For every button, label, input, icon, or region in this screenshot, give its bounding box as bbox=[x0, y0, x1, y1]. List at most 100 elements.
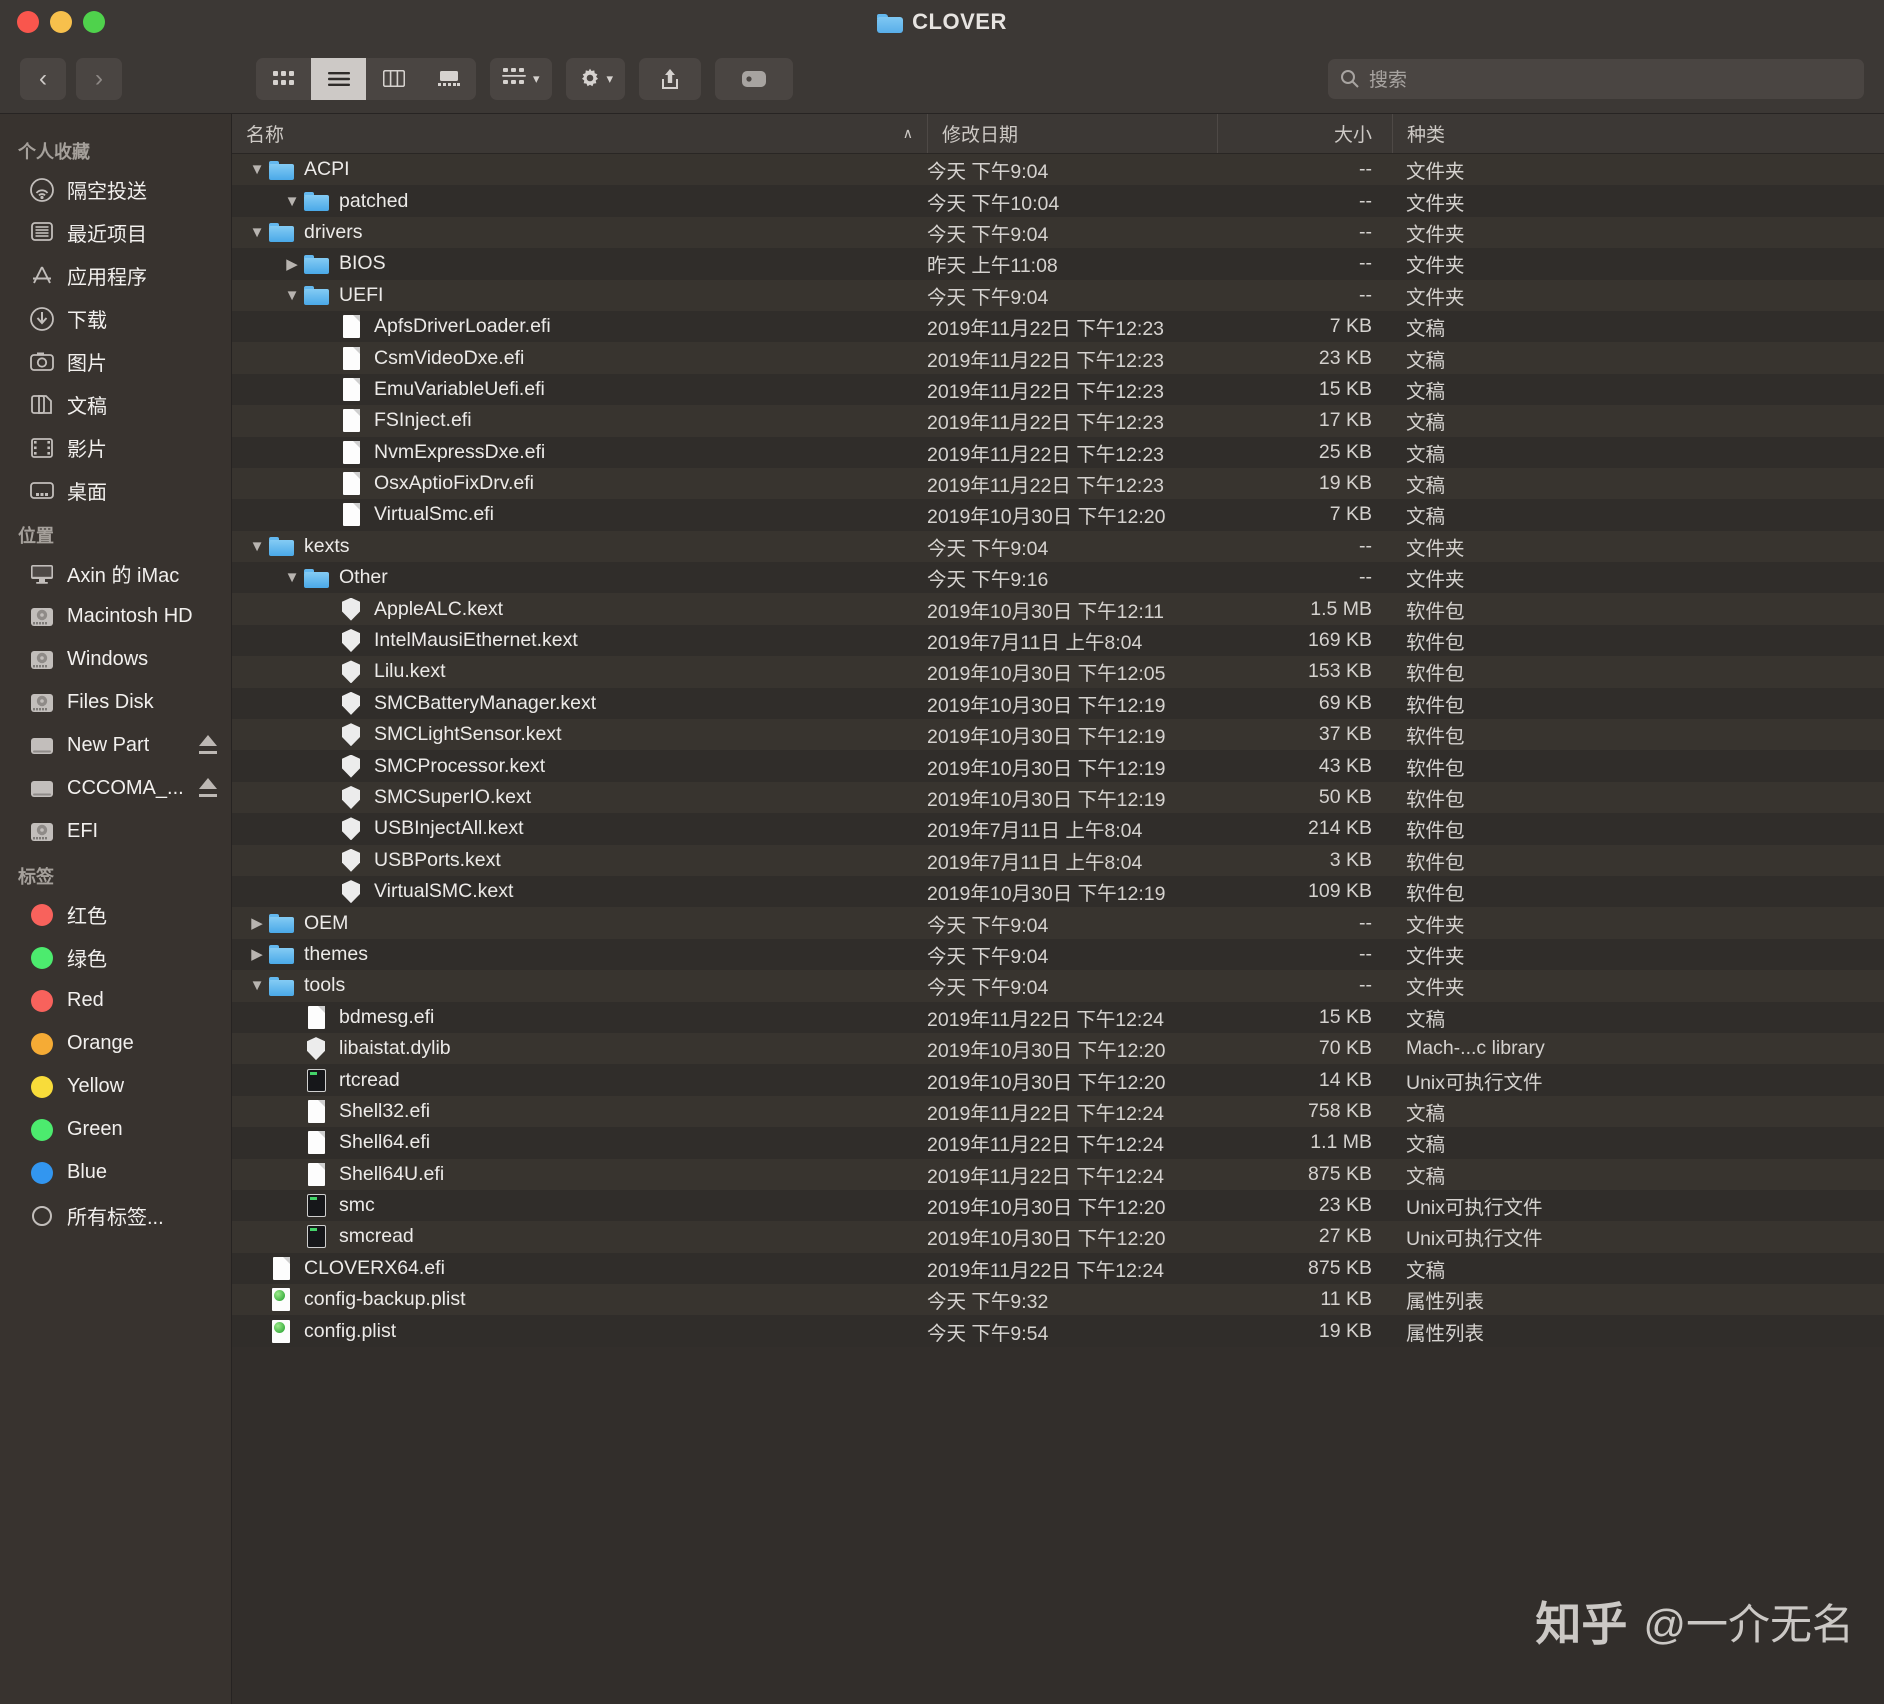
table-row[interactable]: ▶ OEM 今天 下午9:04 -- 文件夹 bbox=[232, 907, 1884, 939]
sidebar-item-macintosh-hd[interactable]: Macintosh HD bbox=[0, 595, 231, 638]
sidebar-item-new-part[interactable]: New Part bbox=[0, 724, 231, 767]
icon-view-button[interactable] bbox=[256, 58, 311, 100]
table-row[interactable]: ▼ drivers 今天 下午9:04 -- 文件夹 bbox=[232, 216, 1884, 249]
disclosure-spacer: ▶ bbox=[281, 1228, 303, 1246]
sidebar-item-windows[interactable]: Windows bbox=[0, 638, 231, 681]
file-rows[interactable]: ▼ ACPI 今天 下午9:04 -- 文件夹 ▼ patched 今天 下午10:04 -- 文… bbox=[232, 154, 1884, 1704]
cell-name: ▶ libaistat.dylib bbox=[232, 1037, 927, 1061]
search-field[interactable]: 搜索 bbox=[1328, 58, 1864, 99]
table-row[interactable]: ▶ SMCProcessor.kext 2019年10月30日 下午12:19 43 … bbox=[232, 750, 1884, 782]
column-header-date[interactable]: 修改日期 bbox=[927, 114, 1217, 153]
sidebar-item-axin-imac[interactable]: Axin 的 iMac bbox=[0, 552, 231, 595]
table-row[interactable]: ▶ SMCLightSensor.kext 2019年10月30日 下午12:19 3… bbox=[232, 719, 1884, 751]
share-button[interactable] bbox=[639, 57, 702, 100]
column-header-kind[interactable]: 种类 bbox=[1392, 114, 1884, 153]
table-row[interactable]: ▶ config.plist 今天 下午9:54 19 KB 属性列表 bbox=[232, 1315, 1884, 1347]
sidebar-item--[interactable]: 下载 bbox=[0, 297, 231, 340]
table-row[interactable]: ▶ libaistat.dylib 2019年10月30日 下午12:20 70 KB… bbox=[232, 1032, 1884, 1065]
table-row[interactable]: ▶ Shell64U.efi 2019年11月22日 下午12:24 875 KB 文稿 bbox=[232, 1158, 1884, 1190]
sidebar-item-orange[interactable]: Orange bbox=[0, 1022, 231, 1065]
table-row[interactable]: ▼ Other 今天 下午9:16 -- 文件夹 bbox=[232, 562, 1884, 594]
sidebar-item-red[interactable]: Red bbox=[0, 979, 231, 1022]
minimize-button[interactable] bbox=[50, 11, 72, 33]
cell-size: 153 KB bbox=[1308, 660, 1372, 683]
table-row[interactable]: ▶ VirtualSmc.efi 2019年10月30日 下午12:20 7 KB 文稿 bbox=[232, 499, 1884, 531]
column-header-size[interactable]: 大小 bbox=[1217, 114, 1392, 153]
table-row[interactable]: ▶ themes 今天 下午9:04 -- 文件夹 bbox=[232, 938, 1884, 971]
close-button[interactable] bbox=[17, 11, 39, 33]
forward-button[interactable]: › bbox=[76, 57, 122, 100]
tags-button[interactable] bbox=[715, 57, 794, 100]
table-row[interactable]: ▶ EmuVariableUefi.efi 2019年11月22日 下午12:23 1… bbox=[232, 373, 1884, 406]
table-row[interactable]: ▶ Lilu.kext 2019年10月30日 下午12:05 153 KB 软件包 bbox=[232, 656, 1884, 688]
sidebar-item--[interactable]: 桌面 bbox=[0, 469, 231, 512]
eject-icon[interactable] bbox=[199, 778, 217, 789]
table-row[interactable]: ▼ ACPI 今天 下午9:04 -- 文件夹 bbox=[232, 154, 1884, 186]
table-row[interactable]: ▶ CsmVideoDxe.efi 2019年11月22日 下午12:23 23 KB… bbox=[232, 342, 1884, 374]
sidebar-item--[interactable]: 应用程序 bbox=[0, 254, 231, 297]
table-row[interactable]: ▶ IntelMausiEthernet.kext 2019年7月11日 上午8:0… bbox=[232, 624, 1884, 657]
sidebar-item--[interactable]: 红色 bbox=[0, 893, 231, 936]
table-row[interactable]: ▶ Shell32.efi 2019年11月22日 下午12:24 758 KB 文稿 bbox=[232, 1095, 1884, 1128]
sidebar-item-yellow[interactable]: Yellow bbox=[0, 1065, 231, 1108]
table-row[interactable]: ▶ CLOVERX64.efi 2019年11月22日 下午12:24 875 KB 文… bbox=[232, 1252, 1884, 1285]
disclosure-triangle-closed-icon[interactable]: ▶ bbox=[281, 255, 303, 273]
table-row[interactable]: ▼ tools 今天 下午9:04 -- 文件夹 bbox=[232, 970, 1884, 1002]
table-row[interactable]: ▶ ApfsDriverLoader.efi 2019年11月22日 下午12:23… bbox=[232, 310, 1884, 343]
table-row[interactable]: ▶ Shell64.efi 2019年11月22日 下午12:24 1.1 MB 文稿 bbox=[232, 1127, 1884, 1159]
cell-name: ▼ ACPI bbox=[232, 158, 927, 181]
table-row[interactable]: ▶ VirtualSMC.kext 2019年10月30日 下午12:19 109 K… bbox=[232, 875, 1884, 908]
sidebar-item--[interactable]: 最近项目 bbox=[0, 211, 231, 254]
disclosure-triangle-open-icon[interactable]: ▼ bbox=[246, 224, 268, 241]
table-row[interactable]: ▼ kexts 今天 下午9:04 -- 文件夹 bbox=[232, 530, 1884, 563]
sidebar-item-blue[interactable]: Blue bbox=[0, 1151, 231, 1194]
column-view-button[interactable] bbox=[366, 58, 421, 100]
sidebar[interactable]: 个人收藏 隔空投送 最近项目 应用程序 下载 图片 文稿 影片 桌面 位置 Axin 的 iMac M… bbox=[0, 114, 232, 1704]
gallery-view-button[interactable] bbox=[421, 58, 476, 100]
sidebar-item--[interactable]: 影片 bbox=[0, 426, 231, 469]
sidebar-item-green[interactable]: Green bbox=[0, 1108, 231, 1151]
sidebar-item--[interactable]: 绿色 bbox=[0, 936, 231, 979]
table-row[interactable]: ▶ smc 2019年10月30日 下午12:20 23 KB Unix可执行文件 bbox=[232, 1189, 1884, 1222]
back-button[interactable]: ‹ bbox=[20, 57, 66, 100]
disclosure-triangle-open-icon[interactable]: ▼ bbox=[281, 193, 303, 210]
sidebar-item-efi[interactable]: EFI bbox=[0, 810, 231, 853]
table-row[interactable]: ▶ OsxAptioFixDrv.efi 2019年11月22日 下午12:23 19… bbox=[232, 467, 1884, 500]
cell-kind: 文件夹 bbox=[1406, 977, 1465, 1000]
sidebar-item-files-disk[interactable]: Files Disk bbox=[0, 681, 231, 724]
maximize-button[interactable] bbox=[83, 11, 105, 33]
sidebar-item--[interactable]: 图片 bbox=[0, 340, 231, 383]
table-row[interactable]: ▶ NvmExpressDxe.efi 2019年11月22日 下午12:23 25 … bbox=[232, 436, 1884, 468]
table-row[interactable]: ▶ rtcread 2019年10月30日 下午12:20 14 KB Unix可执行文… bbox=[232, 1064, 1884, 1096]
table-row[interactable]: ▶ SMCSuperIO.kext 2019年10月30日 下午12:19 50 KB… bbox=[232, 781, 1884, 814]
sidebar-item--[interactable]: 所有标签... bbox=[0, 1194, 231, 1237]
table-row[interactable]: ▶ FSInject.efi 2019年11月22日 下午12:23 17 KB 文稿 bbox=[232, 405, 1884, 437]
table-row[interactable]: ▶ USBInjectAll.kext 2019年7月11日 上午8:04 214 K… bbox=[232, 813, 1884, 845]
disclosure-triangle-open-icon[interactable]: ▼ bbox=[246, 977, 268, 994]
table-row[interactable]: ▶ config-backup.plist 今天 下午9:32 11 KB 属性列表 bbox=[232, 1284, 1884, 1316]
sidebar-item-cccoma-[interactable]: CCCOMA_... bbox=[0, 767, 231, 810]
table-row[interactable]: ▶ SMCBatteryManager.kext 2019年10月30日 下午12:… bbox=[232, 687, 1884, 720]
list-view-button[interactable] bbox=[311, 57, 366, 100]
disclosure-triangle-open-icon[interactable]: ▼ bbox=[246, 161, 268, 178]
disclosure-triangle-open-icon[interactable]: ▼ bbox=[281, 287, 303, 304]
disclosure-triangle-open-icon[interactable]: ▼ bbox=[281, 569, 303, 586]
disclosure-triangle-closed-icon[interactable]: ▶ bbox=[246, 914, 268, 932]
table-row[interactable]: ▶ bdmesg.efi 2019年11月22日 下午12:24 15 KB 文稿 bbox=[232, 1001, 1884, 1033]
disclosure-triangle-open-icon[interactable]: ▼ bbox=[246, 538, 268, 555]
disclosure-triangle-closed-icon[interactable]: ▶ bbox=[246, 945, 268, 963]
table-row[interactable]: ▶ AppleALC.kext 2019年10月30日 下午12:11 1.5 MB 软… bbox=[232, 593, 1884, 625]
table-row[interactable]: ▶ BIOS 昨天 上午11:08 -- 文件夹 bbox=[232, 248, 1884, 280]
table-row[interactable]: ▶ USBPorts.kext 2019年7月11日 上午8:04 3 KB 软件包 bbox=[232, 844, 1884, 876]
table-row[interactable]: ▼ patched 今天 下午10:04 -- 文件夹 bbox=[232, 185, 1884, 217]
file-name: NvmExpressDxe.efi bbox=[374, 440, 546, 463]
column-header-name[interactable]: 名称 ∧ bbox=[232, 114, 927, 153]
table-row[interactable]: ▶ smcread 2019年10月30日 下午12:20 27 KB Unix可执行文… bbox=[232, 1221, 1884, 1253]
group-by-button[interactable]: ▾ bbox=[490, 57, 552, 100]
kext-icon bbox=[338, 786, 364, 809]
sidebar-item--[interactable]: 文稿 bbox=[0, 383, 231, 426]
eject-icon[interactable] bbox=[199, 735, 217, 746]
table-row[interactable]: ▼ UEFI 今天 下午9:04 -- 文件夹 bbox=[232, 279, 1884, 311]
action-gear-button[interactable]: ▾ bbox=[565, 57, 626, 100]
sidebar-item--[interactable]: 隔空投送 bbox=[0, 168, 231, 211]
